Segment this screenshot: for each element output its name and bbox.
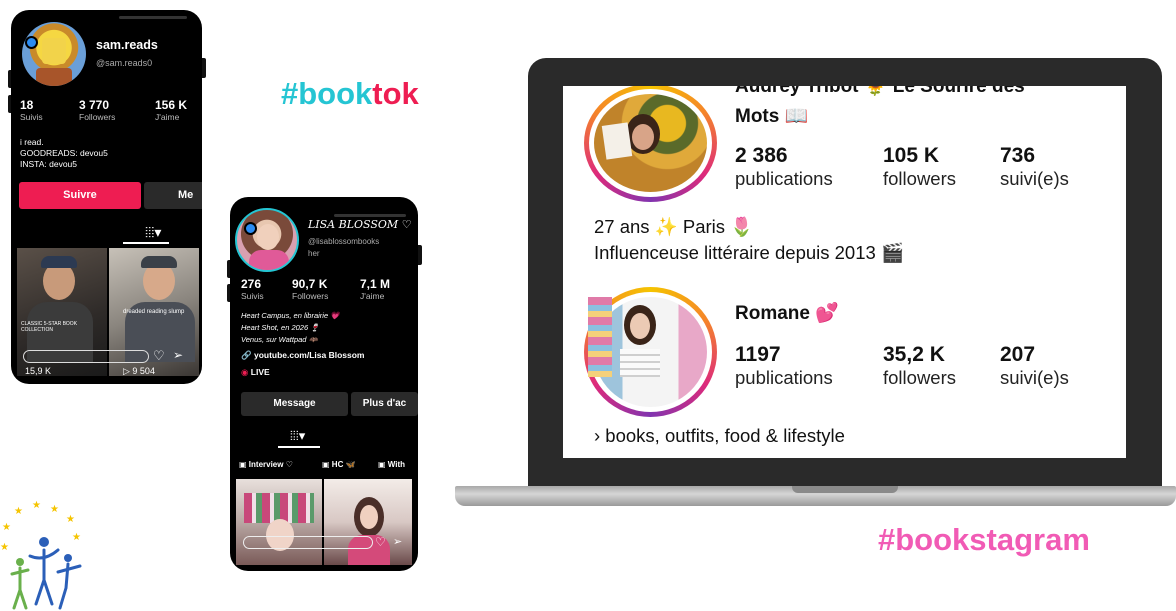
video-thumbnail[interactable]	[236, 479, 322, 565]
stat-likes[interactable]: 7,1 M J'aime	[360, 277, 390, 301]
svg-text:★: ★	[32, 500, 41, 511]
avatar-figure	[42, 38, 66, 64]
profile-bio: i read. GOODREADS: devou5 INSTA: devou5	[20, 137, 108, 169]
svg-text:★: ★	[50, 504, 59, 515]
profile-handle: @sam.reads0	[96, 58, 153, 68]
stat-following[interactable]: 18 Suivis	[20, 98, 43, 122]
person-face	[630, 313, 650, 339]
story-dot	[244, 222, 257, 235]
profile-handle: @lisablossombooks	[308, 237, 380, 246]
scrubber-bar[interactable]	[23, 350, 149, 363]
svg-text:★: ★	[72, 532, 81, 543]
live-badge[interactable]: ◉ LIVE	[241, 367, 270, 378]
avatar-book	[36, 68, 72, 86]
tab-underline	[123, 242, 169, 244]
stars-figures-logo: ★★ ★ ★★★ ★	[0, 500, 82, 610]
top-bar-indicator	[119, 16, 187, 19]
hashtag-booktok: #booktok	[281, 76, 419, 111]
laptop-notch	[792, 486, 898, 493]
profile-username: LISA BLOSSOM ♡	[308, 218, 412, 231]
heart-icon[interactable]: ♡	[153, 348, 165, 364]
bookshelf	[588, 297, 612, 377]
story-dot	[25, 36, 38, 49]
video-thumbnail[interactable]	[324, 479, 412, 565]
avatar-face	[257, 224, 279, 250]
story-ring[interactable]	[584, 86, 717, 202]
profile-bio: Heart Campus, en librairie 💗 Heart Shot, …	[241, 311, 340, 344]
views-count: 15,9 K	[25, 366, 52, 376]
tab-underline	[278, 446, 320, 448]
profile-username: sam.reads	[96, 38, 158, 52]
instagram-screen: Audrey Tribot 🌻 Le Sourire des Mots 📖 2 …	[563, 86, 1126, 458]
svg-text:★: ★	[66, 514, 75, 525]
share-icon[interactable]: ➢	[393, 535, 402, 548]
views-count: ▷ 9 504	[123, 366, 155, 376]
profile-bio: › books, outfits, food & lifestyle	[594, 425, 845, 446]
live-icon: ◉	[241, 367, 249, 377]
profile-name: Audrey Tribot 🌻 Le Sourire des	[735, 86, 1025, 97]
profile-photo-audrey	[594, 94, 707, 192]
playlist-icon: ▣	[322, 460, 330, 469]
share-icon[interactable]: ➢	[173, 348, 183, 362]
book-stack	[620, 349, 660, 377]
tiktok-phone-samreads: sam.reads @sam.reads0 18 Suivis 3 770 Foll…	[11, 10, 202, 384]
heart-icon[interactable]: ♡	[375, 535, 386, 549]
profile-link[interactable]: 🔗 youtube.com/Lisa Blossom	[241, 350, 365, 361]
story-ring[interactable]	[584, 287, 717, 417]
person-face	[632, 124, 654, 150]
grid-tab-icon[interactable]: ⦙⦙⦙▾	[145, 224, 161, 241]
playlist-icon: ▣	[239, 460, 247, 469]
stat-following[interactable]: 276 Suivis	[241, 277, 264, 301]
stat-likes[interactable]: 156 K J'aime	[155, 98, 187, 122]
tiktok-phone-lisablossom: LISA BLOSSOM ♡ @lisablossombooks her 276…	[230, 197, 418, 571]
follow-button[interactable]: Suivre	[19, 182, 141, 209]
message-button[interactable]: Me	[144, 182, 202, 209]
scrubber-bar[interactable]	[243, 536, 373, 549]
person-cap	[141, 256, 177, 268]
playlist-hc[interactable]: ▣ HC 🦋	[322, 460, 356, 469]
top-bar-indicator	[334, 214, 406, 217]
profile-avatar[interactable]	[235, 208, 299, 272]
playlist-interview[interactable]: ▣ Interview ♡	[239, 460, 293, 469]
playlist-with[interactable]: ▣ With	[378, 460, 405, 469]
svg-text:★: ★	[2, 522, 11, 533]
hashtag-bookstagram: #bookstagram	[878, 522, 1090, 557]
avatar-top	[249, 250, 289, 270]
stat-following[interactable]: 207 suivi(e)s	[1000, 343, 1069, 389]
video-caption: dreaded reading slump	[123, 309, 185, 315]
video-caption: CLASSIC 5-STAR BOOK COLLECTION	[21, 321, 78, 333]
profile-name: Romane 💕	[735, 303, 839, 324]
stat-following[interactable]: 736 suivi(e)s	[1000, 144, 1069, 190]
stat-publications[interactable]: 2 386 publications	[735, 144, 833, 190]
person-cap	[41, 256, 77, 268]
profile-bio: 27 ans ✨ Paris 🌷 Influenceuse littéraire …	[594, 216, 904, 263]
profile-avatar[interactable]	[22, 22, 86, 86]
stat-followers[interactable]: 35,2 Kfollowers	[883, 343, 956, 389]
svg-text:★: ★	[0, 542, 9, 553]
link-icon: 🔗	[241, 350, 252, 360]
profile-handle-cont: her	[308, 249, 320, 258]
grid-tab-icon[interactable]: ⦙⦙⦙▾	[290, 428, 305, 444]
more-actions-button[interactable]: Plus d'ac	[351, 392, 418, 416]
stat-publications[interactable]: 1197 publications	[735, 343, 833, 389]
playlist-icon: ▣	[378, 460, 386, 469]
svg-text:★: ★	[14, 506, 23, 517]
stat-followers[interactable]: 105 Kfollowers	[883, 144, 956, 190]
message-button[interactable]: Message	[241, 392, 348, 416]
stat-followers[interactable]: 3 770 Followers	[79, 98, 115, 122]
held-book	[601, 122, 633, 160]
stat-followers[interactable]: 90,7 K Followers	[292, 277, 328, 301]
person-face	[360, 505, 378, 529]
profile-name-cont: Mots 📖	[735, 106, 809, 127]
profile-photo-romane	[588, 297, 707, 407]
